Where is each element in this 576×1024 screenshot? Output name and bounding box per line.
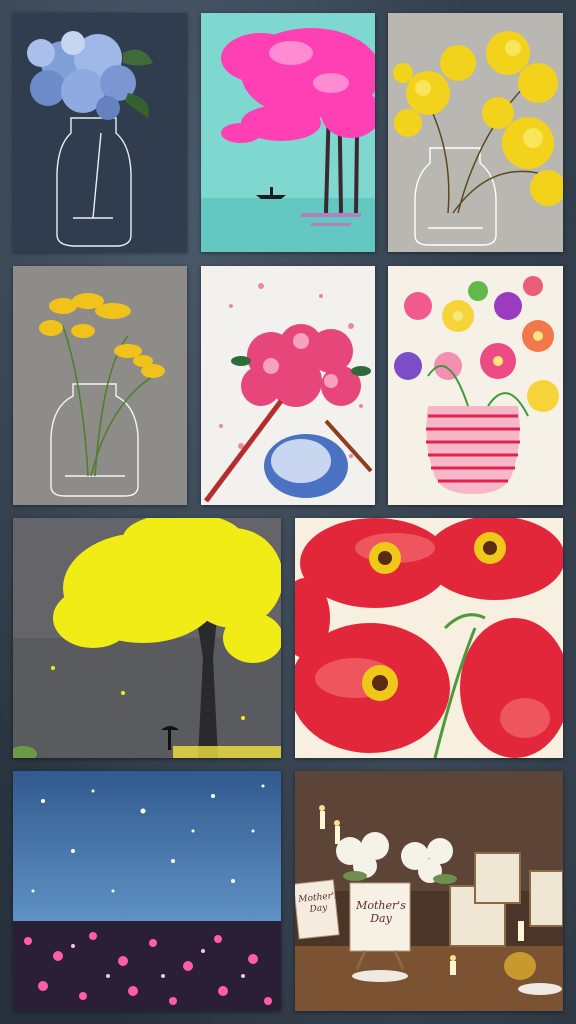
tile-red-poppies[interactable] [295, 518, 563, 758]
tile-yellow-bottle[interactable] [13, 266, 187, 505]
yellow-bottle-image [13, 266, 187, 505]
sign-text-large: Mother's Day [353, 899, 409, 925]
pink-tree-lake-image [201, 13, 375, 252]
tile-pink-hydrangea-painting[interactable] [201, 266, 375, 505]
tile-mimosa-vase[interactable] [388, 13, 563, 252]
tile-mothers-day-party[interactable]: Mother's Day Mother's Day [295, 771, 563, 1011]
sign-text-small: Mother's Day [298, 891, 340, 917]
tile-blue-hydrangea[interactable] [13, 13, 187, 252]
red-poppies-image [295, 518, 563, 758]
yellow-tree-image [13, 518, 281, 758]
striped-vase-image [388, 266, 563, 505]
sign-word-day: Day [370, 912, 392, 925]
tile-yellow-tree[interactable] [13, 518, 281, 758]
sign-word-mothers: Mother's [356, 899, 406, 912]
blue-hydrangea-image [13, 13, 187, 252]
tile-pink-tree-lake[interactable] [201, 13, 375, 252]
starry-field-image [13, 771, 281, 1011]
pink-hydrangea-painting-image [201, 266, 375, 505]
mimosa-vase-image [388, 13, 563, 252]
tile-striped-vase[interactable] [388, 266, 563, 505]
tile-starry-field[interactable] [13, 771, 281, 1011]
